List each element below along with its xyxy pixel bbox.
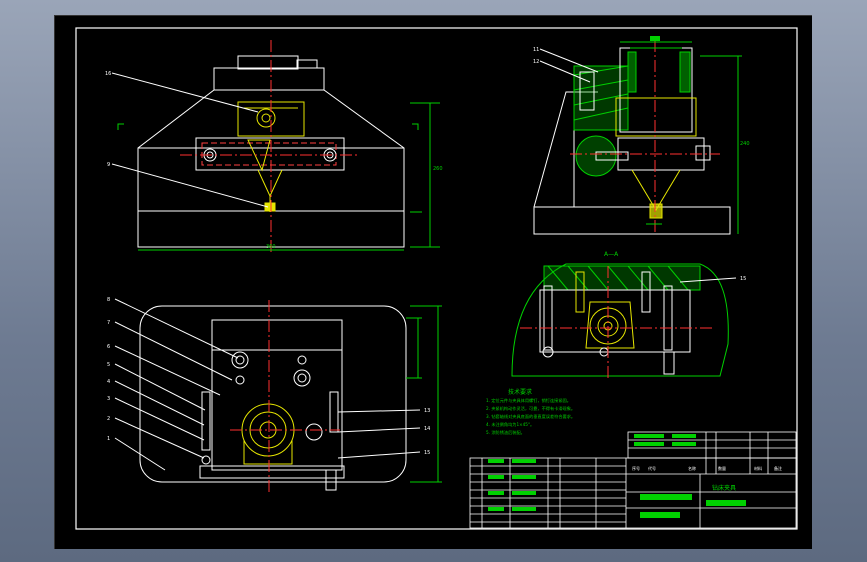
balloon-1: 1 bbox=[107, 436, 110, 442]
balloon-4: 4 bbox=[107, 379, 110, 385]
header-material: 材料 bbox=[754, 465, 762, 471]
balloon-15: 15 bbox=[424, 450, 430, 456]
balloon-7: 7 bbox=[107, 320, 110, 326]
balloon-5: 5 bbox=[107, 362, 110, 368]
balloon-9: 9 bbox=[107, 162, 110, 168]
note-5: 5. 涂防锈油后装配。 bbox=[486, 429, 525, 436]
section-view: 15 A—A bbox=[511, 251, 746, 380]
balloon-14: 14 bbox=[424, 426, 430, 432]
svg-text:260: 260 bbox=[433, 166, 443, 172]
balloon-3: 3 bbox=[107, 396, 110, 402]
note-1: 1. 定位元件与夹具体用螺钉，销钉连接紧固。 bbox=[486, 397, 571, 404]
balloon-section-15: 15 bbox=[740, 276, 746, 282]
section-label: A—A bbox=[604, 251, 619, 258]
header-seq: 序号 bbox=[632, 465, 640, 471]
technical-notes: 技术要求 1. 定位元件与夹具体用螺钉，销钉连接紧固。 2. 夹紧机构动作灵活，… bbox=[486, 388, 575, 436]
cad-drawing: 360 260 16 9 240 11 12 8 7 6 5 4 3 2 1 1… bbox=[75, 27, 798, 530]
header-qty: 数量 bbox=[718, 465, 726, 471]
balloon-2: 2 bbox=[107, 416, 110, 422]
balloon-13: 13 bbox=[424, 408, 430, 414]
balloon-12: 12 bbox=[533, 59, 539, 65]
header-code: 代号 bbox=[648, 465, 656, 471]
plan-view: 8 7 6 5 4 3 2 1 13 14 15 bbox=[107, 297, 442, 494]
header-remark: 备注 bbox=[774, 465, 782, 471]
balloon-8: 8 bbox=[107, 297, 110, 303]
svg-text:360: 360 bbox=[266, 244, 276, 250]
balloon-11: 11 bbox=[533, 47, 539, 53]
svg-text:240: 240 bbox=[740, 141, 750, 147]
note-2: 2. 夹紧机构动作灵活，可靠，不得有卡滞现象。 bbox=[486, 405, 575, 412]
side-view: 240 11 12 bbox=[533, 36, 750, 235]
cad-viewport: 360 260 16 9 240 11 12 8 7 6 5 4 3 2 1 1… bbox=[0, 0, 867, 562]
balloon-16: 16 bbox=[105, 71, 111, 77]
notes-title: 技术要求 bbox=[508, 388, 532, 396]
note-4: 4. 未注倒角均为1×45°。 bbox=[486, 421, 534, 428]
balloon-6: 6 bbox=[107, 344, 110, 350]
drawing-name: 钻床夹具 bbox=[712, 484, 736, 492]
title-block: 钻床夹具 序号 代号 名称 数量 材料 备注 bbox=[469, 431, 797, 529]
front-view: 360 260 16 9 bbox=[105, 40, 443, 255]
header-name: 名称 bbox=[688, 465, 696, 471]
note-3: 3. 钻套轴线对夹具底面的垂直度误差符合要求。 bbox=[486, 413, 575, 420]
